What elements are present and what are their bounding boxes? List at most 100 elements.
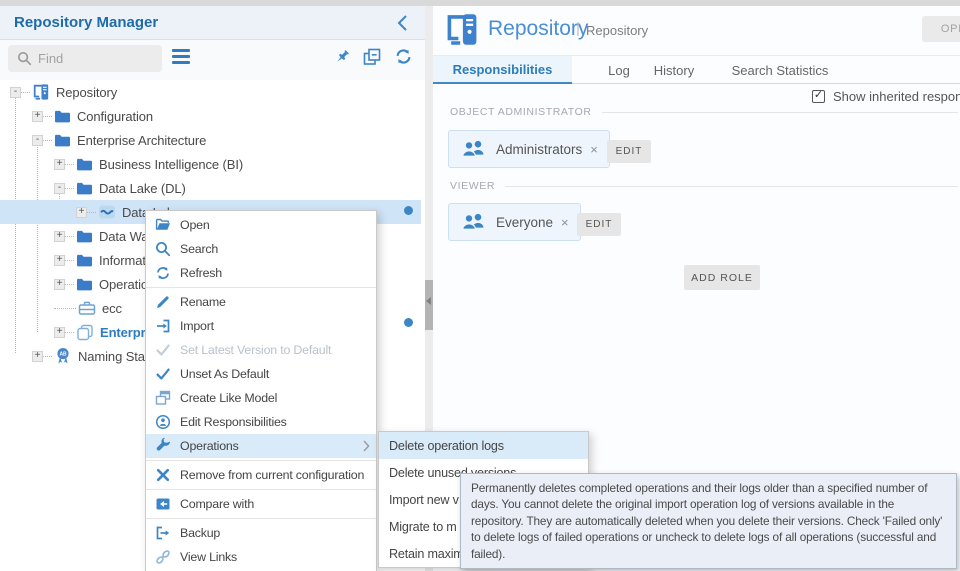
section-rule [602, 112, 958, 113]
tree-item-label: Data Lake (DL) [99, 181, 186, 196]
menu-icon[interactable] [172, 49, 190, 64]
person-badge-icon [155, 414, 171, 430]
menu-item-label: Unset As Default [180, 367, 269, 381]
menu-item-rename[interactable]: Rename [146, 290, 376, 314]
menu-item-label: Operations [180, 439, 239, 453]
folder-icon [76, 277, 93, 292]
tree-stub [21, 92, 30, 93]
folder-icon [76, 253, 93, 268]
menu-item-refresh[interactable]: Refresh [146, 261, 376, 285]
find-input[interactable] [8, 45, 162, 72]
role-chip-administrators: Administrators × [448, 130, 610, 168]
open-button[interactable]: OPEN [922, 16, 960, 42]
menu-item-operations[interactable]: Operations [146, 434, 376, 458]
submenu-item-delete-operation-logs[interactable]: Delete operation logs [379, 432, 588, 459]
folder-icon [54, 133, 71, 148]
tab-log[interactable]: Log [598, 56, 640, 84]
add-role-button[interactable]: ADD ROLE [684, 265, 760, 290]
menu-item-label: Remove from current configuration [180, 468, 364, 482]
tree-item-label: Repository [56, 85, 117, 100]
menu-item-remove-from-configuration[interactable]: Remove from current configuration [146, 463, 376, 487]
check-icon [155, 342, 171, 358]
notification-dot [404, 206, 413, 215]
tab-history[interactable]: History [650, 56, 698, 84]
tree-stub [65, 188, 74, 189]
menu-item-unset-as-default[interactable]: Unset As Default [146, 362, 376, 386]
submenu-arrow-icon [363, 440, 370, 452]
menu-item-backup[interactable]: Backup [146, 521, 376, 545]
expand-expander[interactable]: + [54, 279, 65, 290]
menu-item-create-like-model[interactable]: Create Like Model [146, 386, 376, 410]
menu-item-set-latest-version-default[interactable]: Set Latest Version to Default [146, 338, 376, 362]
folder-icon [76, 181, 93, 196]
menu-item-label: Backup [180, 526, 220, 540]
cascade-windows-icon[interactable] [363, 48, 383, 68]
menu-item-search[interactable]: Search [146, 237, 376, 261]
menu-item-label: Refresh [180, 266, 222, 280]
server-icon [32, 83, 50, 101]
x-icon [155, 467, 171, 483]
tree-item-business-intelligence[interactable]: + Business Intelligence (BI) [0, 152, 421, 176]
backup-export-icon [155, 525, 171, 541]
award-icon: AB [54, 347, 72, 365]
menu-item-import[interactable]: Import [146, 314, 376, 338]
expand-expander[interactable]: + [76, 207, 87, 218]
tree-stub [65, 164, 74, 165]
refresh-icon [155, 265, 171, 281]
menu-item-label: Open [180, 218, 210, 232]
edit-object-administrator-button[interactable]: EDIT [607, 140, 651, 163]
tree-item-label: ecc [102, 301, 122, 316]
remove-role-icon[interactable]: × [590, 142, 598, 157]
expand-expander[interactable]: + [54, 327, 65, 338]
wrench-icon [155, 438, 171, 454]
collapse-expander[interactable]: - [32, 135, 43, 146]
section-object-administrator: OBJECT ADMINISTRATOR [450, 106, 958, 118]
tree-stub [43, 116, 52, 117]
import-icon [155, 318, 171, 334]
role-chip-label: Everyone [496, 215, 553, 230]
refresh-icon[interactable] [394, 47, 414, 67]
page-title: Repository [488, 17, 588, 41]
section-label: VIEWER [450, 180, 495, 192]
edit-viewer-button[interactable]: EDIT [577, 213, 621, 236]
data-lake-model-icon [98, 204, 116, 220]
splitter-grip[interactable] [425, 280, 433, 330]
tree-stub [65, 236, 74, 237]
group-users-icon [460, 139, 487, 159]
section-label: OBJECT ADMINISTRATOR [450, 106, 592, 118]
title-separator: | [576, 20, 580, 37]
menu-separator [146, 460, 376, 461]
splitter-collapse-arrow-icon [426, 297, 431, 305]
menu-item-open[interactable]: Open [146, 213, 376, 237]
tree-stub [43, 356, 52, 357]
expand-expander[interactable]: + [32, 111, 43, 122]
pin-icon[interactable] [332, 47, 352, 67]
tree-item-repository[interactable]: - Repository [0, 80, 421, 104]
menu-item-edit-responsibilities[interactable]: Edit Responsibilities [146, 410, 376, 434]
section-rule [505, 186, 958, 187]
collapse-panel-icon[interactable] [394, 14, 412, 32]
collapse-expander[interactable]: - [10, 87, 21, 98]
remove-role-icon[interactable]: × [561, 215, 569, 230]
tab-responsibilities[interactable]: Responsibilities [433, 56, 572, 84]
show-inherited-row: ✓ Show inherited responsibilities [812, 89, 960, 104]
collapse-expander[interactable]: - [54, 183, 65, 194]
menu-item-compare-with[interactable]: Compare with [146, 492, 376, 516]
menu-item-label: Create Like Model [180, 391, 277, 405]
expand-expander[interactable]: + [32, 351, 43, 362]
group-users-icon [460, 212, 487, 232]
tree-item-configuration[interactable]: + Configuration [0, 104, 421, 128]
tab-search-statistics[interactable]: Search Statistics [726, 56, 834, 84]
tree-item-enterprise-architecture[interactable]: - Enterprise Architecture [0, 128, 421, 152]
tree-stub [65, 260, 74, 261]
menu-item-view-links[interactable]: View Links [146, 545, 376, 569]
show-inherited-checkbox[interactable]: ✓ [812, 90, 825, 103]
expand-expander[interactable]: + [54, 231, 65, 242]
left-panel-toolbar [0, 40, 425, 80]
expand-expander[interactable]: + [54, 255, 65, 266]
expand-expander[interactable]: + [54, 159, 65, 170]
find-box [8, 45, 162, 72]
tree-item-label: Configuration [77, 109, 153, 124]
menu-separator [146, 489, 376, 490]
tree-item-data-lake-folder[interactable]: - Data Lake (DL) [0, 176, 421, 200]
